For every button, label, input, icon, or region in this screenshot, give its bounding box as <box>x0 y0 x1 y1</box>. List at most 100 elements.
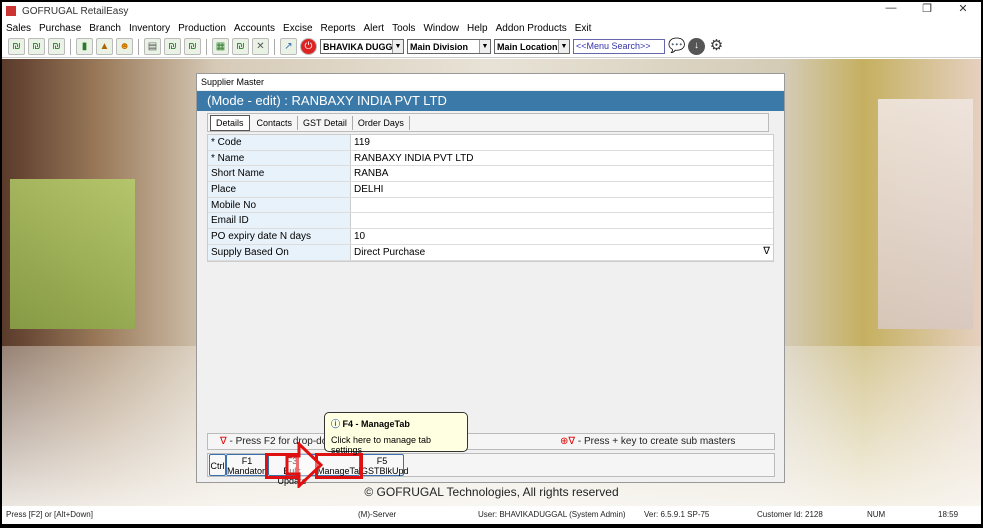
menu-excise[interactable]: Excise <box>283 23 312 34</box>
inventory-icon[interactable]: ▦ <box>212 38 229 55</box>
status-version: Ver: 6.5.9.1 SP-75 <box>644 510 710 519</box>
status-hint: Press [F2] or [Alt+Down] <box>6 510 93 519</box>
email-input[interactable] <box>351 213 773 228</box>
f5-gstblkupd-button[interactable]: F5 GSTBlkUpd <box>360 454 409 476</box>
location-select[interactable]: Main Location ▼ <box>494 39 570 54</box>
menu-alert[interactable]: Alert <box>364 23 385 34</box>
add-submaster-icon: ⊕∇ <box>560 436 576 447</box>
minimize-button[interactable]: — <box>873 2 909 15</box>
app-window: GOFRUGAL RetailEasy — ❐ ✕ Sales Purchase… <box>2 2 981 524</box>
tooltip-text: Click here to manage tab settings <box>331 435 432 455</box>
f1-mandatory-button[interactable]: F1 Mandatory <box>226 454 270 476</box>
menu-branch[interactable]: Branch <box>89 23 121 34</box>
menu-addon-products[interactable]: Addon Products <box>496 23 567 34</box>
supplier-master-dialog: Supplier Master (Mode - edit) : RANBAXY … <box>196 73 785 488</box>
menu-production[interactable]: Production <box>178 23 226 34</box>
menu-search-input[interactable]: <<Menu Search>> <box>573 39 665 54</box>
field-label: Email ID <box>208 213 351 229</box>
menu-window[interactable]: Window <box>423 23 459 34</box>
field-code: * Code 119 <box>208 135 773 151</box>
bottle-icon[interactable]: ▮ <box>76 38 93 55</box>
status-server: (M)-Server <box>358 510 397 519</box>
tab-contacts[interactable]: Contacts <box>252 115 299 130</box>
fkey-label: Ctrl <box>210 461 225 471</box>
delivery-cart-icon[interactable]: ▲ <box>96 38 113 55</box>
tools-icon[interactable]: ✕ <box>252 38 269 55</box>
status-time: 18:59 <box>938 510 959 519</box>
division-select[interactable]: Main Division ▼ <box>407 39 491 54</box>
status-user: User: BHAVIKADUGGAL (System Admin) <box>478 510 626 519</box>
status-bar: Press [F2] or [Alt+Down] (M)-Server User… <box>2 507 981 522</box>
menu-help[interactable]: Help <box>467 23 488 34</box>
mobile-input[interactable] <box>351 198 773 213</box>
dialog-title: Supplier Master <box>197 74 784 90</box>
dropdown-triangle-icon[interactable]: ∇ <box>763 246 770 257</box>
field-mobile: Mobile No <box>208 197 773 214</box>
app-logo-icon <box>6 6 16 16</box>
info-icon: ⓘ <box>331 419 341 429</box>
short-name-input[interactable]: RANBA <box>351 166 773 181</box>
field-label: Supply Based On <box>208 244 351 260</box>
users-icon[interactable]: ☻ <box>116 38 133 55</box>
chevron-down-icon: ▼ <box>479 40 490 53</box>
cart-icon[interactable]: ₪ <box>8 38 25 55</box>
field-short-name: Short Name RANBA <box>208 166 773 183</box>
menu-inventory[interactable]: Inventory <box>129 23 170 34</box>
cart-icon[interactable]: ₪ <box>28 38 45 55</box>
menu-bar: Sales Purchase Branch Inventory Producti… <box>2 20 981 36</box>
status-customer-id: Customer Id: 2128 <box>757 510 823 519</box>
chevron-down-icon: ▼ <box>558 40 569 53</box>
supply-based-on-select[interactable]: Direct Purchase ∇ <box>351 245 773 260</box>
cart-icon[interactable]: ₪ <box>164 38 181 55</box>
download-icon[interactable]: ↓ <box>688 38 705 55</box>
title-bar: GOFRUGAL RetailEasy — ❐ ✕ <box>2 2 981 20</box>
menu-exit[interactable]: Exit <box>575 23 592 34</box>
chat-icon[interactable]: 💬 <box>668 38 685 55</box>
field-label: Place <box>208 182 351 197</box>
field-label: Short Name <box>208 166 351 182</box>
menu-purchase[interactable]: Purchase <box>39 23 81 34</box>
fkey-key: F1 <box>241 456 253 466</box>
tab-gst-detail[interactable]: GST Detail <box>298 115 353 130</box>
division-select-value: Main Division <box>410 41 469 52</box>
menu-accounts[interactable]: Accounts <box>234 23 275 34</box>
chart-icon[interactable]: ↗ <box>280 38 297 55</box>
field-supply-based-on: Supply Based On Direct Purchase ∇ <box>208 244 773 261</box>
user-select[interactable]: BHAVIKA DUGG/▼ <box>320 39 404 54</box>
cart-icon[interactable]: ₪ <box>184 38 201 55</box>
field-email: Email ID <box>208 213 773 230</box>
managetab-tooltip: ⓘ F4 - ManageTab Click here to manage ta… <box>324 412 468 455</box>
details-grid: * Code 119 * Name RANBAXY INDIA PVT LTD Sh… <box>207 134 774 262</box>
mode-header: (Mode - edit) : RANBAXY INDIA PVT LTD <box>197 91 784 111</box>
dropdown-triangle-icon: ∇ <box>220 436 227 447</box>
menu-tools[interactable]: Tools <box>392 23 415 34</box>
menu-reports[interactable]: Reports <box>321 23 356 34</box>
app-title: GOFRUGAL RetailEasy <box>22 5 129 17</box>
power-icon[interactable]: ⏻ <box>300 38 317 55</box>
cart-icon[interactable]: ₪ <box>232 38 249 55</box>
tab-bar: Details Contacts GST Detail Order Days <box>207 113 769 132</box>
user-select-value: BHAVIKA DUGG/ <box>323 41 395 52</box>
fkey-key: F5 <box>376 456 388 466</box>
place-input[interactable]: DELHI <box>351 182 773 197</box>
name-input[interactable]: RANBAXY INDIA PVT LTD <box>351 151 773 166</box>
printer-icon[interactable]: ▤ <box>144 38 161 55</box>
ctrl-button[interactable]: Ctrl <box>209 454 226 476</box>
po-expiry-input[interactable]: 10 <box>351 229 773 244</box>
field-label: Mobile No <box>208 197 351 213</box>
cart-return-icon[interactable]: ₪ <box>48 38 65 55</box>
menu-sales[interactable]: Sales <box>6 23 31 34</box>
field-label: PO expiry date N days <box>208 229 351 244</box>
copyright: © GOFRUGAL Technologies, All rights rese… <box>364 485 619 499</box>
tab-details[interactable]: Details <box>210 114 250 131</box>
fkey-label: GSTBlkUpd <box>361 466 409 476</box>
status-num: NUM <box>867 510 886 519</box>
toolbar: ₪ ₪ ₪ ▮ ▲ ☻ ▤ ₪ ₪ ▦ ₪ ✕ ↗ ⏻ BHAVIKA DUGG… <box>2 36 981 58</box>
settings-gear-icon[interactable]: ⚙ <box>708 38 725 55</box>
restore-button[interactable]: ❐ <box>909 2 945 15</box>
tab-order-days[interactable]: Order Days <box>353 115 410 130</box>
close-button[interactable]: ✕ <box>945 2 981 15</box>
field-label: * Name <box>208 150 351 166</box>
hint-submaster-text: - Press + key to create sub masters <box>577 436 736 447</box>
code-input[interactable]: 119 <box>351 135 773 150</box>
